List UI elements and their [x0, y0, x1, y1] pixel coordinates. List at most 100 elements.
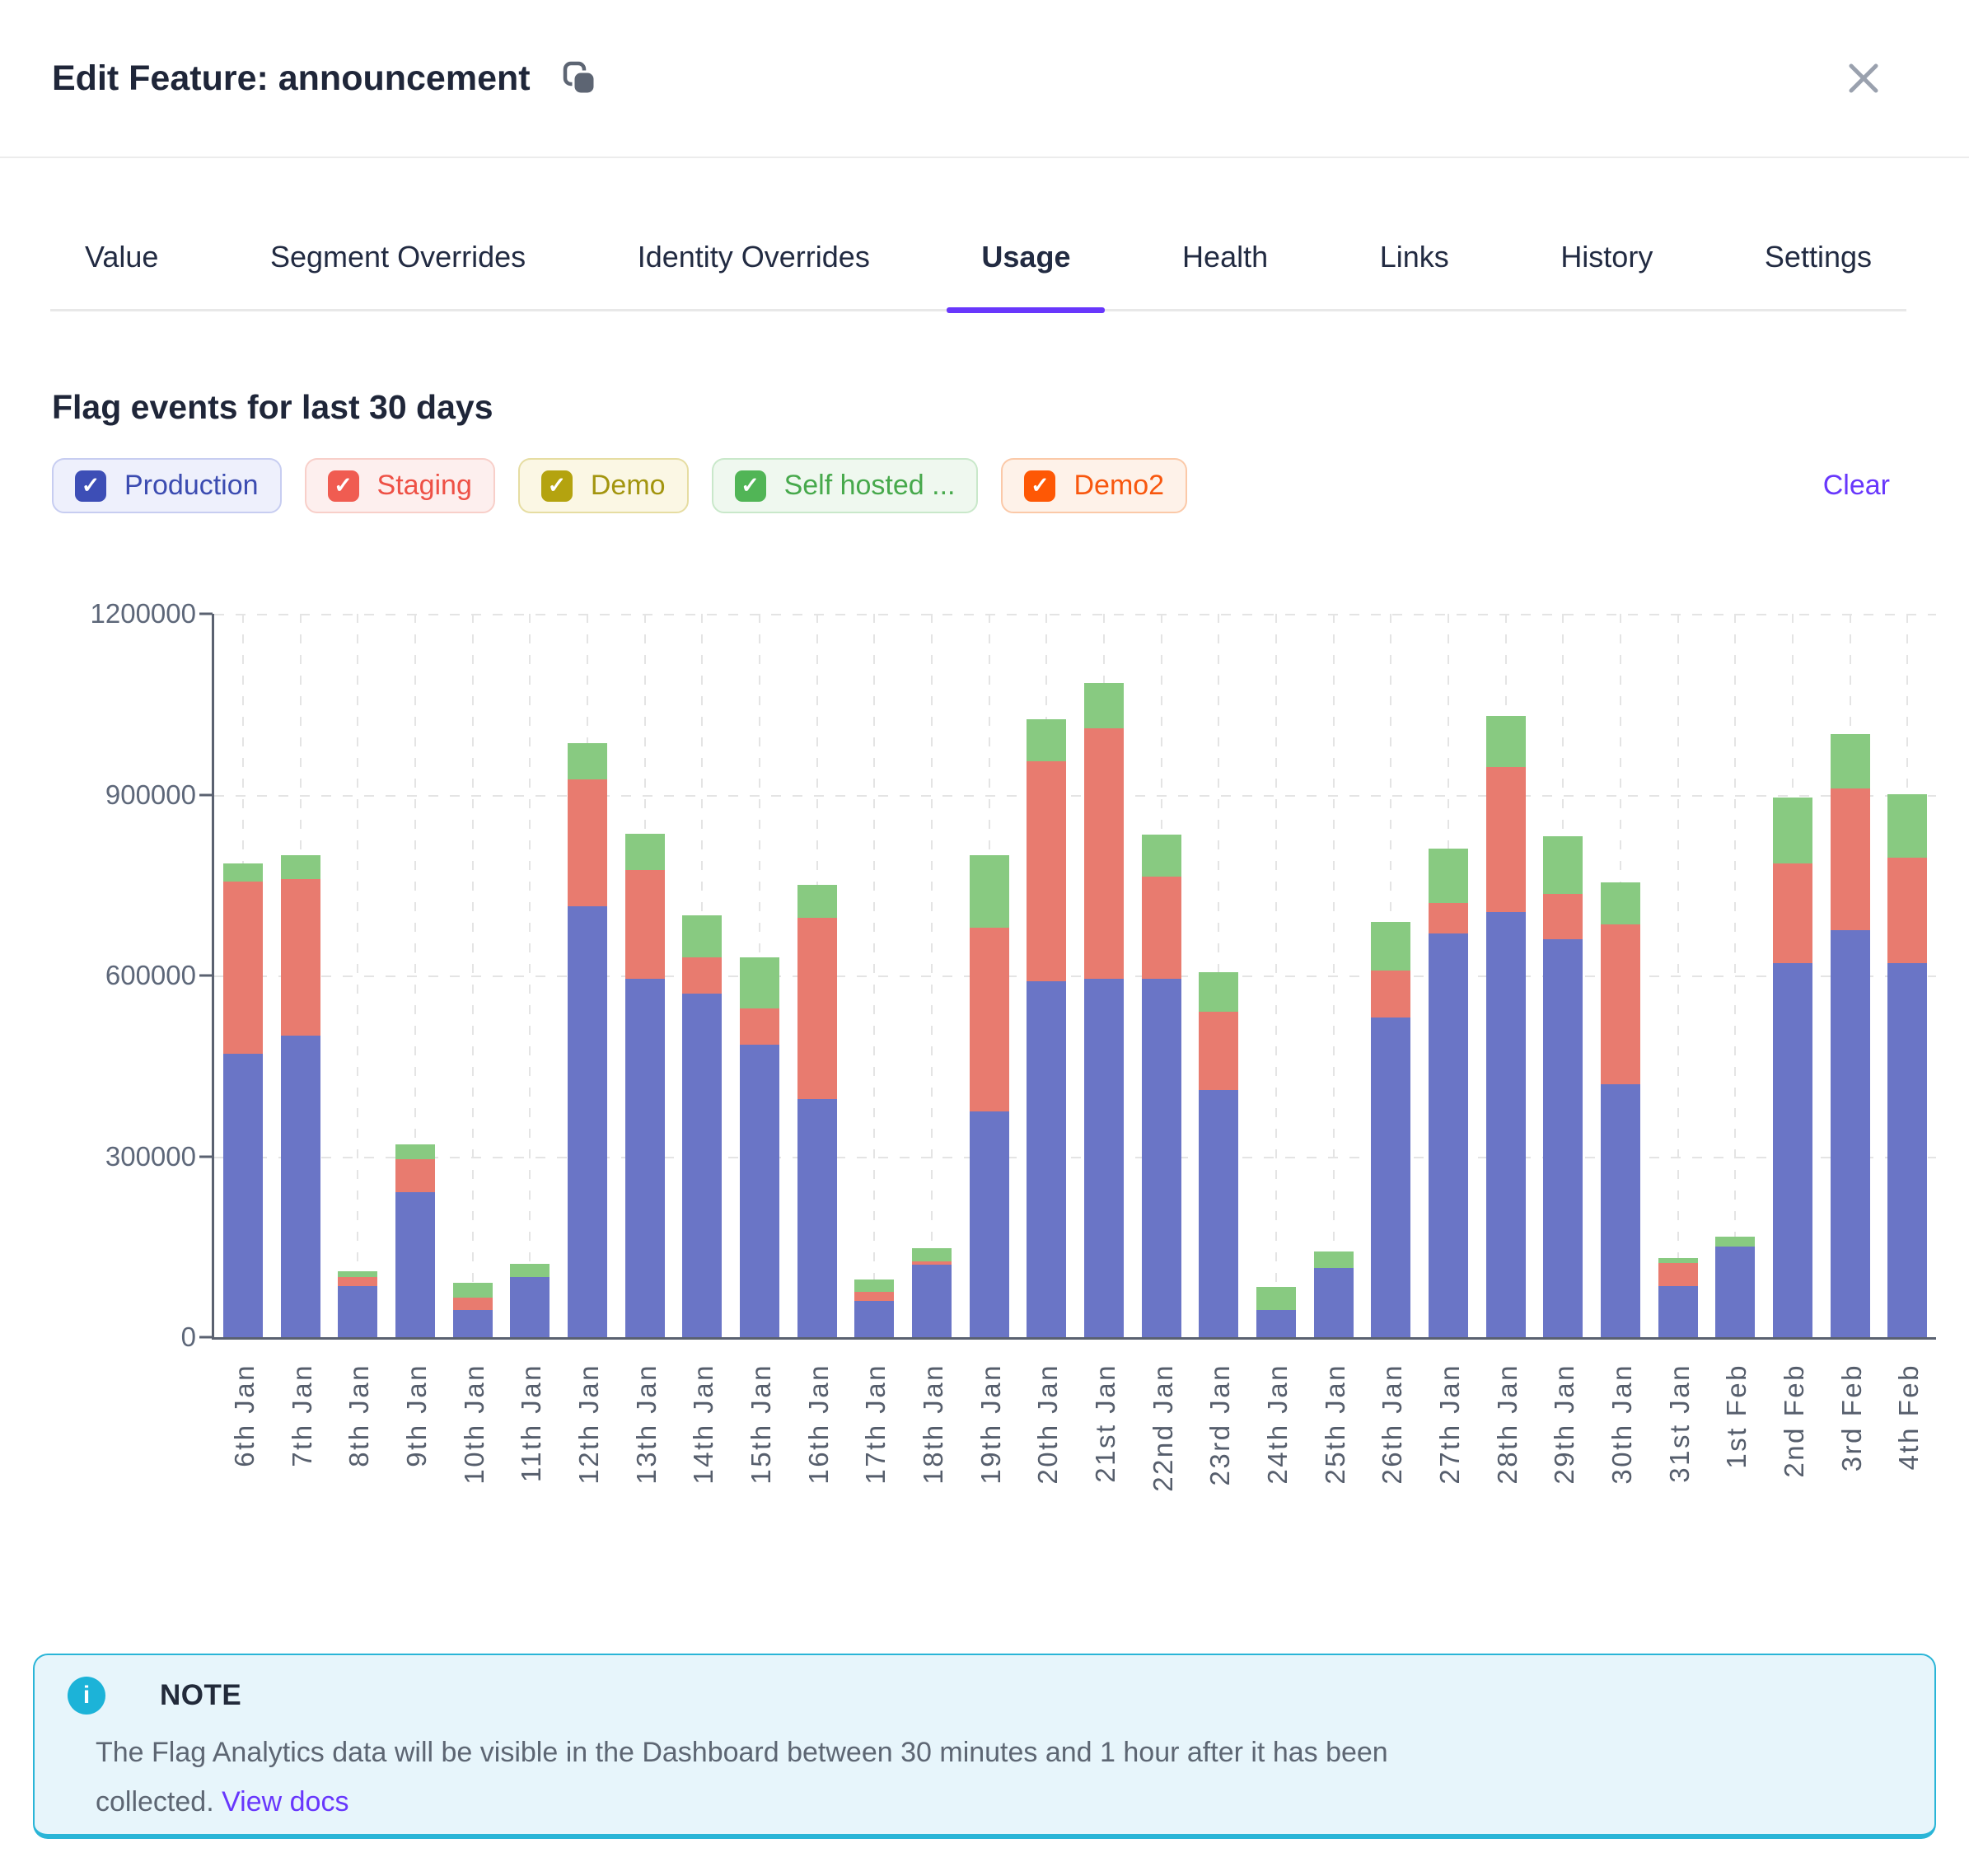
y-axis-label: 900000: [105, 779, 196, 811]
y-axis-label: 300000: [105, 1141, 196, 1172]
bar-segment-production: [1256, 1310, 1296, 1337]
filter-chip-demo2[interactable]: ✓Demo2: [1001, 458, 1187, 513]
section-heading: Flag events for last 30 days: [52, 387, 1969, 427]
bar-slot: 1st Feb: [1706, 614, 1764, 1337]
v-gridline: [1275, 614, 1277, 1337]
note-body-line2: collected. View docs: [96, 1777, 1893, 1827]
filter-chip-label: Demo: [591, 470, 666, 502]
stacked-bar-9th-jan: [395, 1144, 435, 1337]
bar-segment-self-hosted: [682, 915, 722, 957]
filter-chip-label: Self hosted ...: [784, 470, 956, 502]
bar-segment-self-hosted: [1314, 1251, 1354, 1268]
bar-segment-self-hosted: [1256, 1287, 1296, 1310]
x-axis-label: 19th Jan: [975, 1364, 1007, 1485]
bar-segment-production: [1887, 963, 1927, 1337]
bar-segment-production: [740, 1045, 779, 1337]
bar-segment-self-hosted: [1543, 836, 1583, 894]
stacked-bar-11th-jan: [510, 1264, 550, 1337]
bar-segment-production: [625, 979, 665, 1337]
note-body: The Flag Analytics data will be visible …: [96, 1728, 1893, 1827]
x-axis-label: 12th Jan: [573, 1364, 605, 1485]
x-axis-label: 20th Jan: [1032, 1364, 1064, 1485]
bar-segment-self-hosted: [1831, 734, 1870, 788]
x-axis-label: 23rd Jan: [1204, 1364, 1236, 1485]
note-body-line2-text: collected.: [96, 1786, 214, 1818]
tab-identity-overrides[interactable]: Identity Overrides: [603, 240, 905, 309]
x-axis-label: 3rd Feb: [1836, 1364, 1868, 1471]
y-axis-tick: [199, 1155, 213, 1158]
x-axis-label: 9th Jan: [401, 1364, 433, 1467]
bar-segment-self-hosted: [1027, 719, 1066, 761]
y-axis-label: 600000: [105, 960, 196, 991]
filter-chip-self-hosted[interactable]: ✓Self hosted ...: [712, 458, 979, 513]
filter-chip-staging[interactable]: ✓Staging: [305, 458, 495, 513]
bar-segment-staging: [1601, 924, 1640, 1084]
v-gridline: [472, 614, 474, 1337]
bar-segment-self-hosted: [510, 1264, 550, 1277]
bar-slot: 4th Feb: [1878, 614, 1936, 1337]
bar-segment-self-hosted: [912, 1248, 952, 1261]
y-axis-label: 1200000: [91, 598, 196, 629]
bar-segment-self-hosted: [740, 957, 779, 1008]
v-gridline: [1333, 614, 1335, 1337]
bar-slot: 25th Jan: [1305, 614, 1363, 1337]
stacked-bar-1st-feb: [1715, 1237, 1755, 1337]
v-gridline: [529, 614, 531, 1337]
v-gridline: [873, 614, 875, 1337]
stacked-bar-23rd-jan: [1199, 972, 1238, 1337]
stacked-bar-7th-jan: [281, 855, 320, 1337]
tab-health[interactable]: Health: [1148, 240, 1303, 309]
stacked-bar-16th-jan: [797, 885, 837, 1337]
bar-segment-self-hosted: [1486, 716, 1526, 767]
stacked-bar-27th-jan: [1429, 849, 1468, 1337]
stacked-bar-2nd-feb: [1773, 798, 1812, 1337]
checkbox-checked-icon: ✓: [541, 470, 573, 502]
clear-filters-link[interactable]: Clear: [1823, 470, 1890, 502]
bar-slot: 10th Jan: [444, 614, 502, 1337]
bar-segment-production: [1314, 1268, 1354, 1337]
modal-title: Edit Feature: announcement: [52, 58, 531, 99]
filters-row: ✓Production✓Staging✓Demo✓Self hosted ...…: [52, 458, 1915, 513]
bar-slot: 29th Jan: [1534, 614, 1592, 1337]
bar-slot: 7th Jan: [272, 614, 330, 1337]
bar-segment-staging: [1658, 1263, 1698, 1286]
bar-slot: 27th Jan: [1419, 614, 1477, 1337]
tab-history[interactable]: History: [1526, 240, 1687, 309]
bar-segment-production: [1142, 979, 1181, 1337]
bar-segment-production: [1027, 981, 1066, 1337]
tab-settings[interactable]: Settings: [1730, 240, 1906, 309]
v-gridline: [931, 614, 933, 1337]
bar-segment-production: [453, 1310, 493, 1337]
filter-chip-demo[interactable]: ✓ Demo: [518, 458, 689, 513]
bar-segment-staging: [1199, 1012, 1238, 1090]
stacked-bar-25th-jan: [1314, 1251, 1354, 1337]
bar-segment-self-hosted: [223, 863, 263, 882]
x-axis-label: 27th Jan: [1434, 1364, 1466, 1485]
bar-segment-staging: [970, 928, 1009, 1111]
bar-segment-production: [395, 1192, 435, 1337]
bar-slot: 19th Jan: [961, 614, 1018, 1337]
bar-slot: 14th Jan: [673, 614, 731, 1337]
copy-icon[interactable]: [560, 60, 596, 96]
bar-segment-staging: [338, 1277, 377, 1286]
y-axis-tick: [199, 975, 213, 977]
checkbox-checked-icon: ✓: [328, 470, 359, 502]
tab-usage[interactable]: Usage: [947, 240, 1105, 309]
modal-header: Edit Feature: announcement: [0, 0, 1969, 158]
tab-value[interactable]: Value: [50, 240, 193, 309]
tab-segment-overrides[interactable]: Segment Overrides: [236, 240, 560, 309]
x-axis-label: 17th Jan: [860, 1364, 891, 1485]
bar-segment-self-hosted: [1773, 798, 1812, 863]
close-icon[interactable]: [1840, 55, 1887, 101]
tab-links[interactable]: Links: [1345, 240, 1484, 309]
x-axis-label: 26th Jan: [1377, 1364, 1408, 1485]
bar-segment-production: [854, 1301, 894, 1337]
bar-slot: 30th Jan: [1592, 614, 1649, 1337]
bar-segment-production: [682, 994, 722, 1337]
y-axis-label: 0: [181, 1322, 196, 1353]
filter-chip-production[interactable]: ✓Production: [52, 458, 282, 513]
x-axis-label: 31st Jan: [1664, 1364, 1695, 1483]
view-docs-link[interactable]: View docs: [222, 1786, 348, 1818]
bar-segment-staging: [1142, 877, 1181, 979]
stacked-bar-31st-jan: [1658, 1258, 1698, 1337]
